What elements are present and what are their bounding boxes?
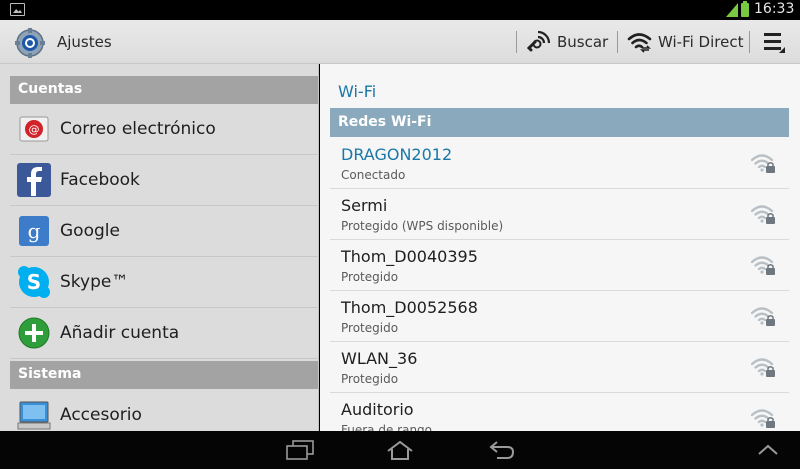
- divider: [617, 31, 618, 53]
- section-header-cuentas: Cuentas: [10, 76, 318, 104]
- network-name: Thom_D0052568: [341, 298, 478, 317]
- wifi-locked-icon: [750, 356, 777, 378]
- wifi-direct-label: Wi-Fi Direct: [658, 33, 744, 51]
- network-row[interactable]: Thom_D0052568 Protegido: [330, 291, 789, 342]
- network-status: Protegido: [341, 270, 399, 284]
- network-status: Protegido: [341, 372, 399, 386]
- image-notification-icon: [10, 3, 25, 16]
- wifi-locked-icon: [750, 254, 777, 276]
- section-header-sistema: Sistema: [10, 361, 318, 389]
- signal-icon: [726, 3, 738, 17]
- network-name: DRAGON2012: [341, 145, 453, 164]
- network-status: Protegido (WPS disponible): [341, 219, 504, 233]
- wifi-locked-icon: [750, 305, 777, 327]
- list-item-skype[interactable]: S Skype™: [10, 257, 318, 308]
- list-item-label: Skype™: [60, 272, 129, 292]
- network-name: WLAN_36: [341, 349, 418, 368]
- wifi-locked-icon: [750, 203, 777, 225]
- list-item-label: Google: [60, 221, 120, 241]
- list-item-add-account[interactable]: Añadir cuenta: [10, 308, 318, 359]
- search-button[interactable]: Buscar: [527, 24, 608, 60]
- home-button[interactable]: [370, 431, 430, 469]
- network-status: Conectado: [341, 168, 406, 182]
- page-title: Ajustes: [57, 33, 112, 51]
- network-row[interactable]: Sermi Protegido (WPS disponible): [330, 189, 789, 240]
- navigation-bar: [0, 431, 800, 469]
- skype-icon: S: [18, 266, 50, 298]
- list-item-google[interactable]: g Google: [10, 206, 318, 257]
- status-bar: 16:33: [0, 0, 800, 20]
- network-name: Thom_D0040395: [341, 247, 478, 266]
- back-icon: [489, 441, 515, 459]
- network-status: Fuera de rango: [341, 423, 433, 431]
- recent-apps-icon: [286, 440, 314, 460]
- search-icon: [527, 30, 551, 52]
- list-item-facebook[interactable]: Facebook: [10, 155, 318, 206]
- add-account-icon: [18, 317, 50, 349]
- back-button[interactable]: [472, 431, 532, 469]
- panel-title: Wi-Fi: [338, 82, 377, 101]
- divider: [749, 31, 750, 53]
- networks-header: Redes Wi-Fi: [330, 108, 789, 137]
- list-item-accessory[interactable]: Accesorio: [10, 390, 318, 431]
- facebook-icon: [17, 163, 51, 197]
- wifi-direct-button[interactable]: Wi-Fi Direct: [627, 24, 743, 60]
- network-row[interactable]: DRAGON2012 Conectado: [330, 138, 789, 189]
- list-item-email[interactable]: @ Correo electrónico: [10, 104, 318, 155]
- list-item-label: Añadir cuenta: [60, 323, 180, 343]
- svg-text:g: g: [28, 219, 41, 243]
- svg-text:S: S: [27, 270, 41, 294]
- list-item-label: Facebook: [60, 170, 140, 190]
- svg-text:@: @: [29, 123, 40, 136]
- network-row[interactable]: Auditorio Fuera de rango: [330, 393, 789, 431]
- network-row[interactable]: WLAN_36 Protegido: [330, 342, 789, 393]
- recent-apps-button[interactable]: [270, 431, 330, 469]
- overflow-menu-icon[interactable]: [762, 30, 786, 54]
- clock: 16:33: [754, 1, 795, 17]
- network-name: Sermi: [341, 196, 388, 215]
- divider: [516, 31, 517, 53]
- list-item-label: Accesorio: [60, 405, 142, 425]
- network-status: Protegido: [341, 321, 399, 335]
- action-bar: Ajustes Buscar Wi-Fi Direct: [0, 20, 800, 64]
- expand-button[interactable]: [738, 431, 798, 469]
- google-icon: g: [19, 216, 49, 246]
- home-icon: [387, 440, 413, 460]
- battery-icon: [741, 1, 749, 17]
- wifi-panel[interactable]: Wi-Fi Redes Wi-Fi DRAGON2012 Conectado Ser…: [320, 64, 800, 431]
- settings-gear-icon[interactable]: [14, 27, 46, 59]
- wifi-locked-icon: [750, 407, 777, 429]
- network-name: Auditorio: [341, 400, 414, 419]
- network-row[interactable]: Thom_D0040395 Protegido: [330, 240, 789, 291]
- search-label: Buscar: [557, 33, 609, 51]
- list-item-label: Correo electrónico: [60, 119, 216, 139]
- wifi-locked-icon: [750, 152, 777, 174]
- expand-up-icon: [758, 444, 778, 455]
- accessory-icon: [17, 401, 51, 430]
- wifi-direct-icon: [627, 33, 652, 53]
- email-icon: @: [19, 116, 49, 142]
- settings-list[interactable]: Cuentas @ Correo electrónico Facebook g …: [0, 64, 319, 431]
